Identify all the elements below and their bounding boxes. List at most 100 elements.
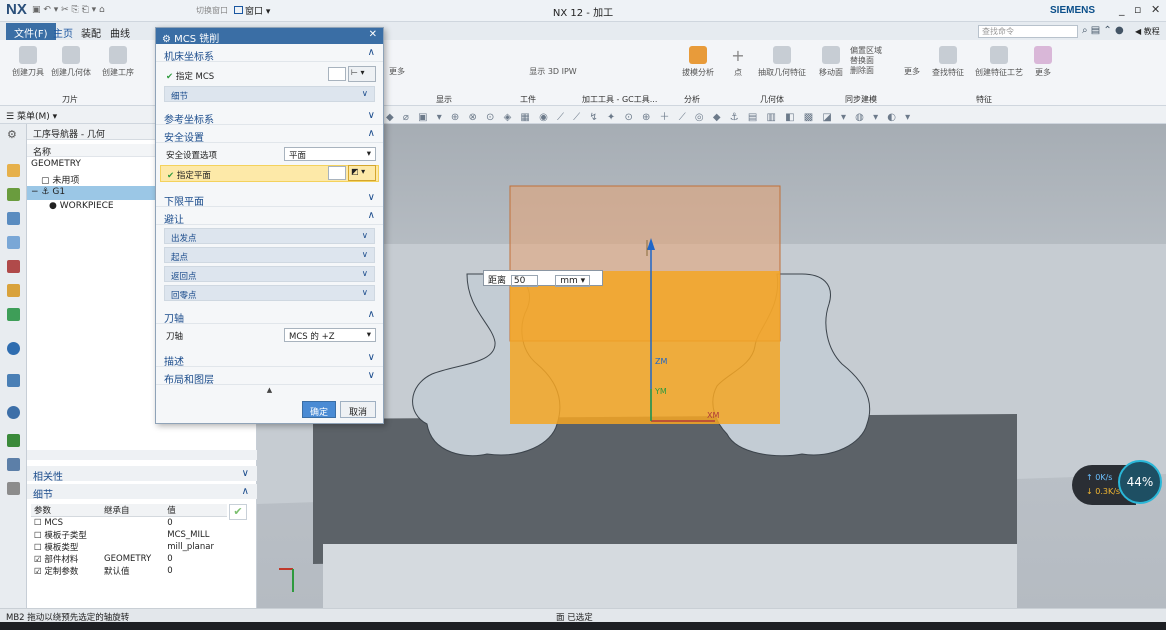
section-description[interactable]: 描述 ∨ — [156, 350, 383, 368]
details-panel-header[interactable]: 细节 ∧ — [27, 484, 257, 501]
group-label-insert: 刀片 — [62, 95, 78, 104]
distance-input-box[interactable]: 距离 50 mm ▾ — [483, 270, 603, 287]
more-feature-icon — [1034, 46, 1052, 64]
more-button-3[interactable]: 更多 — [1032, 46, 1054, 78]
section-avoidance[interactable]: 避让 ∧ — [156, 208, 383, 226]
mcs-dialog-icon[interactable] — [328, 67, 346, 81]
safety-option-select[interactable]: 平面 ▾ — [284, 147, 376, 161]
relations-panel-header[interactable]: 相关性 ∨ — [27, 466, 257, 483]
create-tool-button[interactable]: 创建刀具 — [10, 46, 46, 78]
find-feature-icon — [939, 46, 957, 64]
cancel-button[interactable]: 取消 — [340, 401, 376, 418]
group-label-feature: 特征 — [976, 95, 992, 104]
table-row[interactable]: ☑ 部件材料 GEOMETRY 0 — [31, 553, 227, 565]
chevron-down-icon: ∨ — [367, 110, 375, 121]
specify-plane-row[interactable]: ✔ 指定平面 — [160, 165, 379, 182]
section-lower-plane[interactable]: 下限平面 ∨ — [156, 190, 383, 208]
close-icon[interactable]: ✕ — [1151, 3, 1160, 16]
apply-check-icon[interactable]: ✔ — [229, 504, 247, 520]
tutorial-button[interactable]: ◀ 教程 — [1135, 26, 1160, 37]
feature-icon[interactable] — [7, 458, 20, 471]
selection-toolbar[interactable]: ◆ ⌀ ▣ ▾ ⊕ ⊗ ⊙ ◈ ▦ ◉ ⟋ ⟋ ↯ ✦ ⊙ ⊕ ＋ ⟋ ◎ ◆ … — [386, 108, 913, 123]
delete-face-button[interactable]: 删除面 — [850, 66, 898, 76]
move-face-button[interactable]: 移动面 — [816, 46, 846, 78]
replace-face-button[interactable]: 替换面 — [850, 56, 898, 66]
create-geometry-button[interactable]: 创建几何体 — [48, 46, 94, 78]
navigator-scrollbar[interactable] — [27, 450, 257, 460]
navigator-icon[interactable] — [7, 164, 20, 177]
details-subsection[interactable]: 细节 ∨ — [164, 86, 375, 102]
safety-plane[interactable] — [510, 271, 780, 424]
chevron-up-icon: ∧ — [367, 309, 375, 320]
sync-modeling-group[interactable]: 偏置区域 替换面 删除面 — [850, 46, 898, 76]
unit-select[interactable]: mm ▾ — [555, 275, 591, 287]
menu-button[interactable]: ☰ 菜单(M) ▾ — [6, 109, 57, 122]
more-button-2[interactable]: 更多 — [902, 66, 922, 77]
table-row[interactable]: ☑ 定制参数 默认值 0 — [31, 565, 227, 577]
group-label-display: 显示 — [436, 95, 452, 104]
roles-icon[interactable] — [7, 284, 20, 297]
avoid-return-point[interactable]: 返回点 ∨ — [164, 266, 375, 282]
part-icon[interactable] — [7, 212, 20, 225]
avoid-from-point[interactable]: 出发点 ∨ — [164, 228, 375, 244]
avoid-home-point[interactable]: 回零点 ∨ — [164, 285, 375, 301]
ok-button[interactable]: 确定 — [302, 401, 336, 418]
reuse-icon[interactable] — [7, 260, 20, 273]
create-operation-button[interactable]: 创建工序 — [96, 46, 140, 78]
tool-axis-select[interactable]: MCS 的 +Z ▾ — [284, 328, 376, 342]
group-label-workpiece: 工件 — [520, 95, 536, 104]
operation-icon — [109, 46, 127, 64]
table-row[interactable]: ☐ MCS 0 — [31, 517, 227, 529]
more-button[interactable]: 更多 — [386, 66, 408, 77]
dialog-title-bar[interactable]: ⚙ MCS 铣削 ✕ — [156, 28, 383, 45]
search-command-input[interactable]: 查找命令 — [978, 25, 1078, 38]
section-tool-axis[interactable]: 刀轴 ∧ — [156, 307, 383, 325]
table-row[interactable]: ☐ 模板子类型 MCS_MILL — [31, 529, 227, 541]
draft-analysis-button[interactable]: 拔模分析 — [678, 46, 718, 78]
palette-icon[interactable] — [7, 308, 20, 321]
plane-selector-button[interactable]: ◩ ▾ — [348, 165, 376, 181]
process-icon[interactable] — [7, 374, 20, 387]
point-button[interactable]: + 点 — [728, 46, 748, 78]
tab-curve[interactable]: 曲线 — [105, 24, 135, 41]
machine-icon[interactable] — [7, 188, 20, 201]
create-feature-process-button[interactable]: 创建特征工艺 — [968, 46, 1030, 78]
tool-wrench-icon[interactable] — [7, 482, 20, 495]
gear-icon[interactable]: ⚙ — [7, 128, 20, 141]
find-feature-button[interactable]: 查找特征 — [930, 46, 966, 78]
plane-dialog-icon[interactable] — [328, 166, 346, 180]
tab-assembly[interactable]: 装配 — [76, 24, 106, 41]
chevron-up-icon: ∧ — [367, 128, 375, 139]
avoid-start-point[interactable]: 起点 ∨ — [164, 247, 375, 263]
section-safety[interactable]: 安全设置 ∧ — [156, 126, 383, 144]
draft-analysis-icon — [689, 46, 707, 64]
graphics-viewport[interactable]: ZM YM XM 距离 50 mm ▾ — [257, 124, 1166, 608]
show-3d-ipw-button[interactable]: 显示 3D IPW — [526, 66, 580, 77]
close-icon: ✕ — [368, 29, 377, 40]
restore-icon[interactable]: ▫ — [1134, 3, 1141, 16]
table-row[interactable]: ☐ 模板类型 mill_planar — [31, 541, 227, 553]
extract-geometry-button[interactable]: 抽取几何特征 — [752, 46, 812, 78]
offset-region-button[interactable]: 偏置区域 — [850, 46, 898, 56]
web-icon[interactable] — [7, 342, 20, 355]
base-block — [313, 414, 1017, 564]
chart-icon[interactable] — [7, 434, 20, 447]
front-plate — [323, 544, 1017, 608]
section-reference-cs[interactable]: 参考坐标系 ∨ — [156, 108, 383, 126]
geometry-icon — [62, 46, 80, 64]
collapse-arrow-icon[interactable]: ▲ — [156, 386, 383, 394]
col-param: 参数 — [31, 504, 102, 517]
siemens-logo: SIEMENS — [1050, 5, 1096, 16]
mcs-selector-button[interactable]: ⊢ ▾ — [348, 66, 376, 82]
section-machine-cs[interactable]: 机床坐标系 ∧ — [156, 45, 383, 63]
group-label-machining-tools: 加工工具 - GC工具... — [582, 95, 658, 104]
history-icon[interactable] — [7, 236, 20, 249]
col-inherited: 继承自 — [101, 504, 165, 517]
section-layout-layers[interactable]: 布局和图层 ∨ — [156, 368, 383, 386]
minimize-icon[interactable]: _ — [1119, 3, 1125, 16]
distance-label: 距离 — [488, 276, 507, 286]
model-canvas[interactable]: ZM YM XM — [257, 124, 1166, 608]
clock-icon[interactable] — [7, 406, 20, 419]
distance-input[interactable]: 50 — [510, 275, 539, 287]
search-icon[interactable]: ⌕ ▤ ⌃ ● — [1082, 25, 1124, 36]
